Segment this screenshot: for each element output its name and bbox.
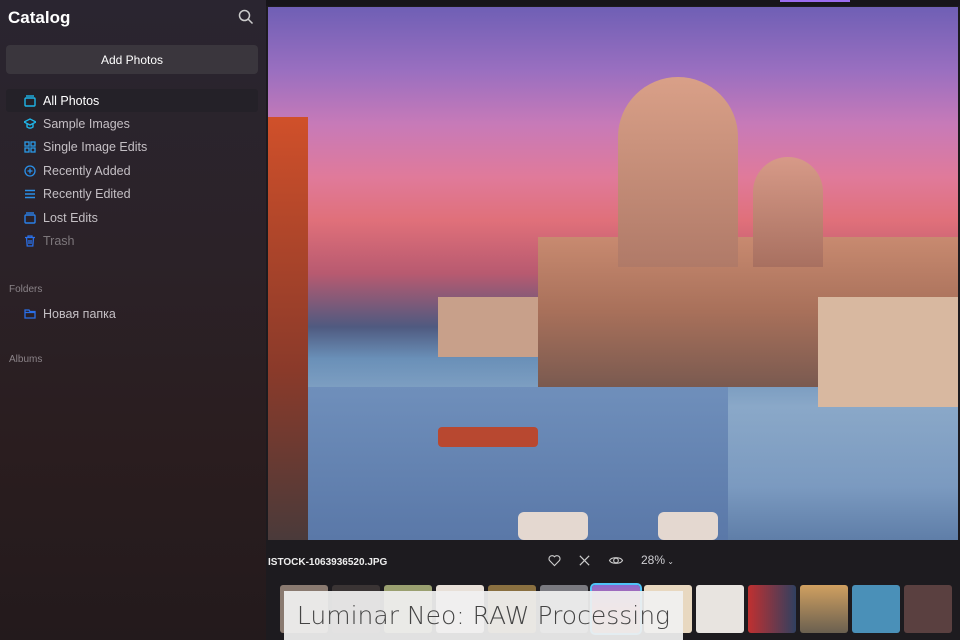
zoom-dropdown[interactable]: 28% ⌄ bbox=[641, 553, 674, 567]
search-icon[interactable] bbox=[238, 9, 254, 25]
sidebar-item-single-image-edits[interactable]: Single Image Edits bbox=[6, 136, 258, 159]
folder-item[interactable]: Новая папка bbox=[6, 302, 258, 325]
catalog-sidebar: Catalog Add Photos All Photos Sample Ima… bbox=[0, 0, 266, 640]
photos-icon bbox=[24, 94, 36, 107]
thumbnail[interactable] bbox=[748, 585, 796, 633]
chevron-down-icon: ⌄ bbox=[665, 557, 674, 566]
sidebar-item-label: Trash bbox=[43, 234, 75, 249]
thumbnail[interactable] bbox=[696, 585, 744, 633]
trash-icon bbox=[25, 235, 35, 247]
thumbnail[interactable] bbox=[852, 585, 900, 633]
sidebar-item-recently-added[interactable]: Recently Added bbox=[6, 159, 258, 182]
file-name: ISTOCK-1063936520.JPG bbox=[268, 557, 388, 568]
eye-icon[interactable] bbox=[608, 554, 624, 567]
albums-heading: Albums bbox=[9, 354, 43, 365]
sidebar-item-label: Single Image Edits bbox=[43, 140, 148, 155]
sidebar-item-all-photos[interactable]: All Photos bbox=[6, 89, 258, 113]
sidebar-item-label: Recently Edited bbox=[43, 187, 131, 202]
main-photo[interactable] bbox=[268, 7, 958, 540]
sidebar-item-label: Lost Edits bbox=[43, 210, 98, 225]
heart-icon[interactable] bbox=[548, 554, 561, 567]
sidebar-item-sample-images[interactable]: Sample Images bbox=[6, 112, 258, 135]
photos-icon bbox=[24, 211, 36, 224]
sidebar-title: Catalog bbox=[8, 8, 71, 27]
viewer-toolbar: 28% ⌄ bbox=[548, 553, 674, 567]
thumbnail[interactable] bbox=[904, 585, 952, 633]
sidebar-item-label: All Photos bbox=[43, 93, 100, 108]
catalog-nav: All Photos Sample Images Single Image Ed… bbox=[6, 89, 258, 253]
sliders-icon bbox=[25, 190, 35, 199]
thumbnail[interactable] bbox=[800, 585, 848, 633]
viewer: ISTOCK-1063936520.JPG 28% ⌄ bbox=[266, 0, 960, 640]
folders-heading: Folders bbox=[9, 284, 43, 295]
grid-icon bbox=[24, 141, 36, 154]
sidebar-item-lost-edits[interactable]: Lost Edits bbox=[6, 206, 258, 229]
reject-x-icon[interactable] bbox=[578, 554, 591, 567]
graduation-cap-icon bbox=[24, 118, 36, 129]
top-bar bbox=[266, 0, 960, 6]
caption-overlay: Luminar Neo: RAW Processing bbox=[284, 591, 683, 640]
plus-circle-icon bbox=[24, 165, 36, 177]
add-photos-button[interactable]: Add Photos bbox=[6, 45, 258, 74]
sidebar-item-recently-edited[interactable]: Recently Edited bbox=[6, 183, 258, 206]
sidebar-item-label: Recently Added bbox=[43, 163, 131, 178]
folder-icon bbox=[24, 309, 36, 319]
active-tab-indicator[interactable] bbox=[780, 0, 850, 2]
folder-label: Новая папка bbox=[43, 306, 116, 321]
zoom-level: 28% bbox=[641, 553, 666, 567]
sidebar-item-trash[interactable]: Trash bbox=[6, 229, 258, 252]
sidebar-item-label: Sample Images bbox=[43, 117, 130, 132]
